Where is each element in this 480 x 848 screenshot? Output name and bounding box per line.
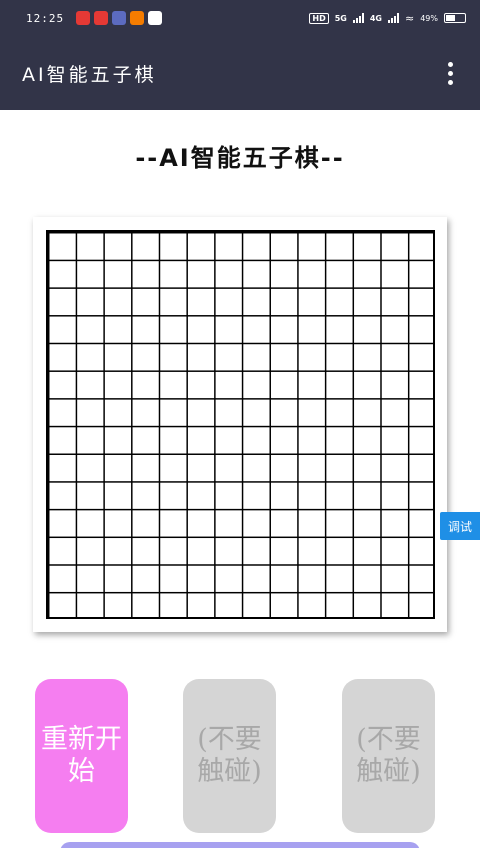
status-indicators: HD 5G 4G ≈ 49% [309, 12, 466, 25]
signal-icon [352, 13, 364, 23]
network-4g-label: 4G [369, 13, 382, 23]
app-notification-icon [148, 11, 163, 25]
app-bar: AI智能五子棋 [0, 36, 480, 110]
hd-icon: HD [309, 12, 329, 24]
app-notification-icon [112, 11, 127, 25]
bottom-button-partial[interactable] [60, 842, 420, 848]
board-grid[interactable] [46, 230, 435, 619]
app-title: AI智能五子棋 [22, 63, 157, 86]
battery-icon [444, 13, 466, 23]
page-heading: --AI智能五子棋-- [135, 144, 345, 172]
dont-touch-button-2[interactable]: (不要触碰) [342, 679, 435, 833]
overflow-menu-icon[interactable] [442, 61, 458, 85]
status-time: 12:25 [26, 11, 65, 25]
status-app-icons [76, 11, 163, 25]
app-notification-icon [130, 11, 145, 25]
network-5g-label: 5G [334, 13, 347, 23]
wifi-icon: ≈ [405, 11, 415, 25]
debug-tab[interactable]: 调试 [440, 512, 480, 540]
app-notification-icon [76, 11, 91, 25]
battery-percent: 49% [420, 13, 438, 23]
dont-touch-button-1[interactable]: (不要触碰) [183, 679, 276, 833]
gomoku-board[interactable] [33, 217, 447, 632]
restart-button[interactable]: 重新开始 [35, 679, 128, 833]
app-notification-icon [94, 11, 109, 25]
status-bar: 12:25 HD 5G 4G ≈ 49% [0, 0, 480, 36]
signal-icon [388, 13, 399, 23]
